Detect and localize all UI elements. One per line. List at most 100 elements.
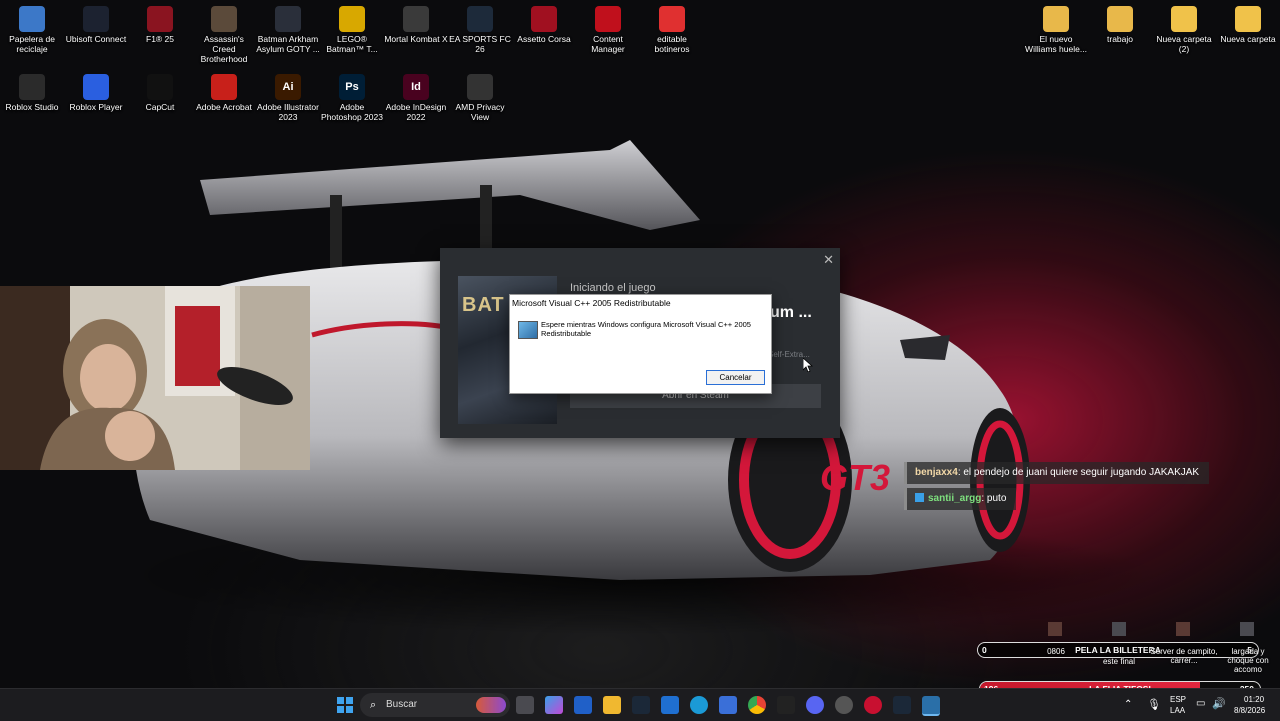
desktop-icon-label: Ubisoft Connect <box>65 34 127 44</box>
folder-trabajo-icon <box>1107 6 1133 32</box>
desktop-icon[interactable]: Batman Arkham Asylum GOTY ... <box>256 0 320 54</box>
chat-message: benjaxx4: el pendejo de juani quiere seg… <box>904 462 1210 484</box>
widget-label: este final <box>1102 657 1136 666</box>
language-code[interactable]: ESP <box>1170 695 1186 704</box>
folder-nueva-2-icon <box>1171 6 1197 32</box>
taskbar: ⌕ Buscar ⌃ 🎙 ESP LAA ▭ 🔊 01:20 8/8/2026 <box>0 688 1280 721</box>
widget-label: largada y choque con accomo <box>1227 647 1269 674</box>
search-icon: ⌕ <box>370 699 377 711</box>
desktop-icon[interactable]: CapCut <box>128 68 192 112</box>
desktop-icon[interactable]: Content Manager <box>576 0 640 54</box>
installer-icon <box>518 321 538 339</box>
desktop-icon[interactable]: editable botineros <box>640 0 704 54</box>
widgets-icon[interactable] <box>545 696 563 714</box>
desktop-icon-label: Nueva carpeta (2) <box>1156 34 1212 54</box>
folder-williams-icon <box>1043 6 1069 32</box>
desktop-icon-label: Papelera de reciclaje <box>9 34 55 54</box>
streamer-video <box>0 286 310 470</box>
app-icon[interactable] <box>574 696 592 714</box>
desktop-icon[interactable]: LEGO® Batman™ T... <box>320 0 384 54</box>
file-explorer-icon[interactable] <box>603 696 621 714</box>
steam-icon[interactable] <box>893 696 911 714</box>
desktop-icon[interactable]: Ps Adobe Photoshop 2023 <box>320 68 384 122</box>
avatar <box>1112 622 1126 636</box>
outlook-icon[interactable] <box>661 696 679 714</box>
search-highlight-icon <box>476 697 506 713</box>
desktop-icon[interactable]: Assassin's Creed Brotherhood <box>192 0 256 64</box>
desktop-icon-label: Roblox Studio <box>5 102 59 112</box>
editable-botineros-icon <box>659 6 685 32</box>
task-view-icon[interactable] <box>516 696 534 714</box>
store-icon[interactable] <box>719 696 737 714</box>
desktop-icon-label: Nueva carpeta <box>1220 34 1276 44</box>
desktop-icon-label: Batman Arkham Asylum GOTY ... <box>256 34 320 54</box>
assetto-corsa-icon <box>531 6 557 32</box>
volume-icon[interactable]: 🔊 <box>1212 697 1226 710</box>
clock-date[interactable]: 8/8/2026 <box>1234 706 1265 715</box>
desktop-icon[interactable]: AMD Privacy View <box>448 68 512 122</box>
search-box[interactable]: ⌕ Buscar <box>360 693 510 717</box>
chevron-up-icon[interactable]: ⌃ <box>1124 699 1132 710</box>
desktop-icon[interactable]: Papelera de reciclaje <box>0 0 64 54</box>
start-button[interactable] <box>336 696 354 714</box>
desktop-icon[interactable]: El nuevo Williams huele... <box>1024 0 1088 54</box>
roblox-studio-icon <box>19 74 45 100</box>
desktop-icon[interactable]: F1® 25 <box>128 0 192 44</box>
chat-text: : el pendejo de juani quiere seguir juga… <box>957 467 1200 478</box>
language-region[interactable]: LAA <box>1170 706 1185 715</box>
assassins-creed-icon <box>211 6 237 32</box>
desktop-icon-label: editable botineros <box>654 34 690 54</box>
desktop-icon-label: F1® 25 <box>146 34 174 44</box>
desktop-icon[interactable]: Adobe Acrobat <box>192 68 256 112</box>
desktop-icon-label: Adobe Acrobat <box>196 102 252 112</box>
discord-icon[interactable] <box>806 696 824 714</box>
chrome-icon[interactable] <box>748 696 766 714</box>
installer-taskbar-icon[interactable] <box>922 696 940 716</box>
search-placeholder: Buscar <box>386 699 418 710</box>
clock-time[interactable]: 01:20 <box>1244 695 1264 704</box>
microphone-icon[interactable]: 🎙 <box>1147 698 1161 711</box>
desktop-icon-label: Adobe Photoshop 2023 <box>321 102 383 122</box>
desktop-icon[interactable]: Nueva carpeta (2) <box>1152 0 1216 54</box>
starting-label: Iniciando el juego <box>570 282 656 294</box>
adobe-photoshop-icon: Ps <box>339 74 365 100</box>
steam-icon[interactable] <box>632 696 650 714</box>
amd-privacy-view-icon <box>467 74 493 100</box>
opera-icon[interactable] <box>864 696 882 714</box>
adobe-illustrator-icon: Ai <box>275 74 301 100</box>
desktop-icon[interactable]: Roblox Studio <box>0 68 64 112</box>
avatar <box>1048 622 1062 636</box>
content-manager-icon <box>595 6 621 32</box>
desktop-icon[interactable]: Ai Adobe Illustrator 2023 <box>256 68 320 122</box>
desktop-icon[interactable]: Ubisoft Connect <box>64 0 128 44</box>
desktop-icon-label: Content Manager <box>591 34 625 54</box>
mortal-kombat-icon <box>403 6 429 32</box>
network-icon[interactable]: ▭ <box>1196 698 1205 709</box>
game-title: um ... <box>770 304 812 321</box>
desktop-icon[interactable]: Assetto Corsa <box>512 0 576 44</box>
dialog-message: Espere mientras Windows configura Micros… <box>541 320 751 338</box>
desktop-icon-label: CapCut <box>145 102 175 112</box>
batman-arkham-icon <box>275 6 301 32</box>
edge-icon[interactable] <box>690 696 708 714</box>
app-icon[interactable] <box>835 696 853 714</box>
desktop-icon[interactable]: Nueva carpeta <box>1216 0 1280 44</box>
desktop-icon[interactable]: Roblox Player <box>64 68 128 112</box>
desktop-icon[interactable]: Id Adobe InDesign 2022 <box>384 68 448 122</box>
chat-badge-icon <box>915 493 924 502</box>
chat-username: benjaxx4 <box>915 467 958 478</box>
desktop-icon-label: Adobe Illustrator 2023 <box>257 102 319 122</box>
close-icon[interactable]: ✕ <box>823 252 834 268</box>
desktop-icon[interactable]: EA SPORTS FC 26 <box>448 0 512 54</box>
desktop-icon-label: Assassin's Creed Brotherhood <box>200 34 248 64</box>
epic-games-icon[interactable] <box>777 696 795 714</box>
svg-text:GT3: GT3 <box>820 457 890 498</box>
desktop-icon[interactable]: trabajo <box>1088 0 1152 44</box>
adobe-indesign-icon: Id <box>403 74 429 100</box>
widget-label: Server de campito, carrer... <box>1150 647 1218 665</box>
desktop-icon[interactable]: Mortal Kombat X <box>384 0 448 44</box>
roblox-player-icon <box>83 74 109 100</box>
recycle-bin-icon <box>19 6 45 32</box>
desktop-icon-label: Adobe InDesign 2022 <box>385 102 447 122</box>
cancel-button[interactable]: Cancelar <box>706 370 765 385</box>
